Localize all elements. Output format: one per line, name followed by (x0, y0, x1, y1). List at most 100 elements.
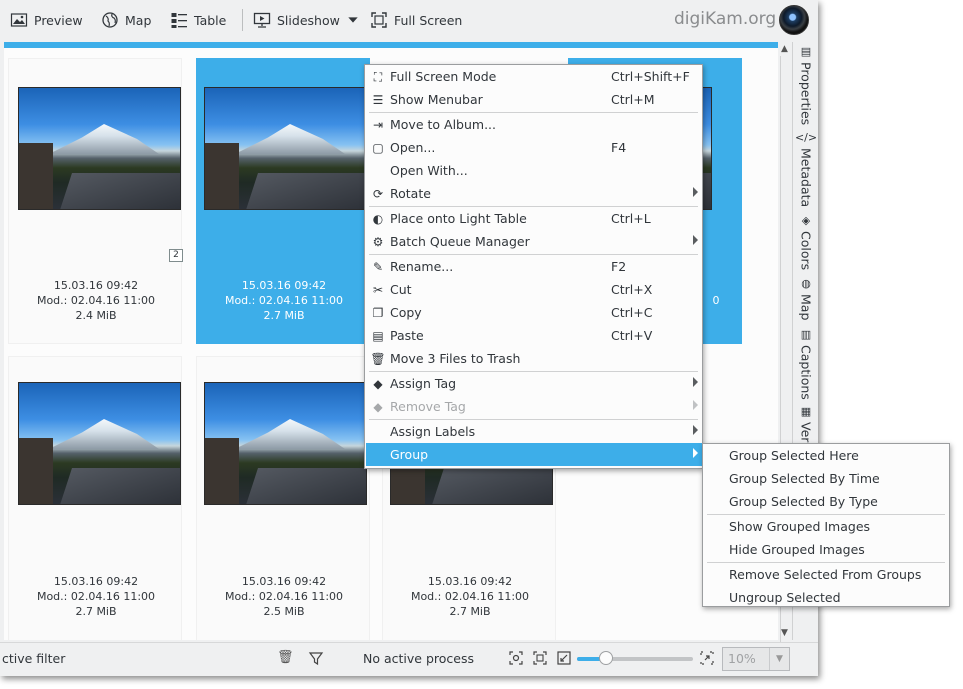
preview-icon (10, 13, 28, 27)
selection-strip (4, 42, 779, 48)
menu-item-copy[interactable]: ❐ Copy Ctrl+C (366, 301, 703, 324)
submenu-item-group-selected-here[interactable]: Group Selected Here (704, 444, 950, 467)
submenu-item-label: Group Selected By Time (729, 471, 880, 486)
thumbnail-item[interactable]: 2 15.03.16 09:42 Mod.: 02.04.16 11:00 2.… (8, 58, 183, 344)
map-button[interactable]: Map (101, 8, 151, 32)
versions-icon: ▦ (800, 405, 812, 418)
group-badge[interactable]: 2 (169, 249, 183, 262)
menu-item-label: Move 3 Files to Trash (390, 351, 521, 366)
menu-item-move-3-files-to-trash[interactable]: 🗑 Move 3 Files to Trash (366, 347, 703, 370)
batch-icon: ⚙ (372, 235, 384, 249)
submenu-item-group-selected-by-type[interactable]: Group Selected By Type (704, 490, 950, 513)
process-status: No active process (363, 651, 474, 666)
photo-thumbnail (18, 382, 181, 505)
item-size: 2.7 MiB (263, 309, 305, 322)
table-button[interactable]: Table (170, 8, 226, 32)
menu-item-label: Open With... (390, 163, 468, 178)
submenu-item-remove-selected-from-groups[interactable]: Remove Selected From Groups (704, 563, 950, 586)
copy-icon: ❐ (372, 306, 384, 320)
menu-item-group[interactable]: Group (366, 443, 703, 466)
menu-item-label: Remove Tag (390, 399, 466, 414)
item-date: 15.03.16 09:42 (53, 575, 139, 588)
group-submenu: Group Selected Here Group Selected By Tim… (702, 443, 950, 607)
item-modified: Mod.: 02.04.16 11:00 (224, 294, 344, 307)
paste-icon: ▤ (372, 329, 384, 343)
tag-icon: ◆ (373, 377, 383, 391)
item-modified: Mod.: 02.04.16 11:00 (410, 590, 530, 603)
item-date: 15.03.16 09:42 (427, 575, 513, 588)
rotate-icon: ⟳ (372, 187, 384, 201)
menu-item-shortcut: Ctrl+L (611, 211, 651, 226)
menu-item-shortcut: Ctrl+X (611, 282, 653, 297)
menu-item-open-with[interactable]: Open With... (366, 159, 703, 182)
slideshow-button[interactable]: Slideshow (253, 8, 340, 32)
zoom-out-icon[interactable] (556, 650, 572, 666)
menu-item-open[interactable]: ▢ Open... F4 (366, 136, 703, 159)
table-label: Table (194, 12, 227, 28)
menu-item-full-screen-mode[interactable]: ⛶ Full Screen Mode Ctrl+Shift+F (366, 65, 703, 88)
trash-icon[interactable]: 🗑 (277, 650, 294, 666)
filter-status: ctive filter (2, 651, 66, 666)
menu-item-shortcut: F4 (611, 140, 627, 155)
brand-link[interactable]: digiKam.org (674, 9, 776, 29)
submenu-item-group-selected-by-time[interactable]: Group Selected By Time (704, 467, 950, 490)
tab-colors[interactable]: ◈ Colors (795, 215, 817, 271)
menu-item-rotate[interactable]: ⟳ Rotate (366, 182, 703, 205)
tab-captions[interactable]: ▥ Captions (795, 329, 817, 400)
menu-item-batch-queue-manager[interactable]: ⚙ Batch Queue Manager (366, 230, 703, 253)
submenu-arrow-icon (693, 187, 698, 197)
zoom-combobox[interactable]: 10% ▼ (722, 647, 790, 671)
submenu-item-ungroup-selected[interactable]: Ungroup Selected (704, 586, 950, 609)
menu-item-assign-tag[interactable]: ◆ Assign Tag (366, 372, 703, 395)
menu-item-paste[interactable]: ▤ Paste Ctrl+V (366, 324, 703, 347)
menu-item-assign-labels[interactable]: Assign Labels (366, 420, 703, 443)
menu-item-shortcut: Ctrl+M (611, 92, 655, 107)
context-menu: ⛶ Full Screen Mode Ctrl+Shift+F ☰ Show Menub… (364, 64, 703, 469)
menu-item-cut[interactable]: ✂ Cut Ctrl+X (366, 278, 703, 301)
submenu-item-label: Remove Selected From Groups (729, 567, 922, 582)
submenu-item-label: Group Selected Here (729, 448, 859, 463)
thumbnail-item[interactable]: 15.03.16 09:42 Mod.: 02.04.16 11:00 2.7 … (196, 58, 370, 344)
preview-label: Preview (34, 12, 83, 28)
item-size: 2.7 MiB (449, 605, 491, 618)
filter-icon[interactable] (308, 650, 324, 666)
zoom-slider-handle[interactable] (599, 651, 613, 665)
fullscreen-icon: ⛶ (373, 70, 383, 84)
tab-versions[interactable]: ▦ Ver (795, 405, 817, 443)
tab-properties[interactable]: ▤ Properties (795, 45, 817, 126)
menu-item-label: Move to Album... (390, 117, 496, 132)
tab-map[interactable]: ◍ Map (795, 278, 817, 321)
preview-button[interactable]: Preview (10, 8, 83, 32)
zoom-original-icon[interactable] (532, 650, 548, 666)
submenu-item-label: Show Grouped Images (729, 519, 871, 534)
tab-metadata[interactable]: </> Metadata (795, 132, 817, 208)
submenu-item-show-grouped-images[interactable]: Show Grouped Images (704, 515, 950, 538)
thumbnail-item[interactable]: 15.03.16 09:42 Mod.: 02.04.16 11:00 2.7 … (8, 356, 182, 640)
properties-icon: ▤ (800, 45, 812, 58)
slideshow-icon (253, 12, 271, 28)
thumbnail-item[interactable]: 15.03.16 09:42 Mod.: 02.04.16 11:00 2.5 … (196, 356, 370, 640)
menu-item-label: Rotate (390, 186, 431, 201)
chevron-down-icon[interactable]: ▼ (769, 648, 789, 670)
submenu-item-hide-grouped-images[interactable]: Hide Grouped Images (704, 538, 950, 561)
slideshow-dropdown[interactable] (347, 8, 359, 32)
scroll-up-arrow-icon[interactable]: ▲ (780, 45, 789, 54)
cut-icon: ✂ (372, 283, 384, 297)
slideshow-label: Slideshow (277, 12, 340, 28)
menu-item-show-menubar[interactable]: ☰ Show Menubar Ctrl+M (366, 88, 703, 111)
zoom-in-icon[interactable] (699, 650, 715, 666)
fullscreen-button[interactable]: Full Screen (370, 8, 462, 32)
scroll-down-arrow-icon[interactable]: ▼ (780, 629, 789, 638)
menu-item-place-onto-light-table[interactable]: ◐ Place onto Light Table Ctrl+L (366, 207, 703, 230)
menu-item-label: Paste (390, 328, 424, 343)
menu-item-shortcut: Ctrl+Shift+F (611, 69, 690, 84)
tag-icon: ◆ (373, 400, 383, 414)
menu-item-move-to-album[interactable]: ⇥ Move to Album... (366, 113, 703, 136)
menu-item-remove-tag[interactable]: ◆ Remove Tag (366, 395, 703, 418)
zoom-slider[interactable] (577, 651, 693, 665)
zoom-fit-icon[interactable] (508, 650, 524, 666)
lighttable-icon: ◐ (372, 212, 384, 226)
submenu-item-label: Group Selected By Type (729, 494, 878, 509)
map-label: Map (125, 12, 152, 28)
menu-item-rename[interactable]: ✎ Rename... F2 (366, 255, 703, 278)
